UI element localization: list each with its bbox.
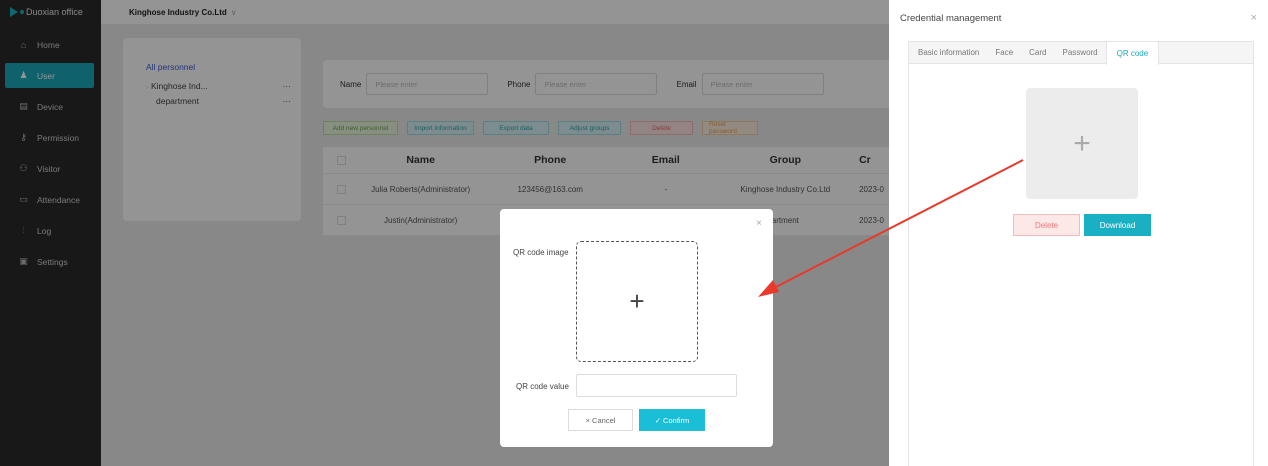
qr-download-button[interactable]: Download [1084,214,1151,236]
qr-value-label: QR code value [516,382,569,391]
close-icon[interactable]: × [756,218,762,229]
drawer-body: Basic information Face Card Password QR … [908,41,1254,466]
plus-icon: + [629,286,645,316]
drawer-title: Credential management [900,12,1002,24]
qr-delete-button[interactable]: Delete [1013,214,1080,236]
close-icon[interactable]: × [1251,12,1257,24]
qr-code-dialog: × QR code image + QR code value × Cancel… [500,209,773,447]
tab-basic-information[interactable]: Basic information [909,42,987,63]
cancel-button[interactable]: × Cancel [568,409,633,431]
qr-image-label: QR code image [513,248,569,257]
credential-tabs: Basic information Face Card Password QR … [909,42,1253,65]
confirm-button[interactable]: ✓ Confirm [639,409,705,431]
tab-card[interactable]: Card [1021,42,1054,63]
drawer-header: Credential management × [889,0,1268,36]
plus-icon: + [1073,126,1091,160]
tab-face[interactable]: Face [987,42,1021,63]
qr-code-preview[interactable]: + [1026,88,1138,199]
tab-password[interactable]: Password [1055,42,1106,63]
qr-value-input[interactable] [576,374,737,397]
qr-image-upload[interactable]: + [576,241,698,362]
tab-qr-code[interactable]: QR code [1105,42,1160,65]
credential-drawer: Credential management × Basic informatio… [889,0,1268,466]
